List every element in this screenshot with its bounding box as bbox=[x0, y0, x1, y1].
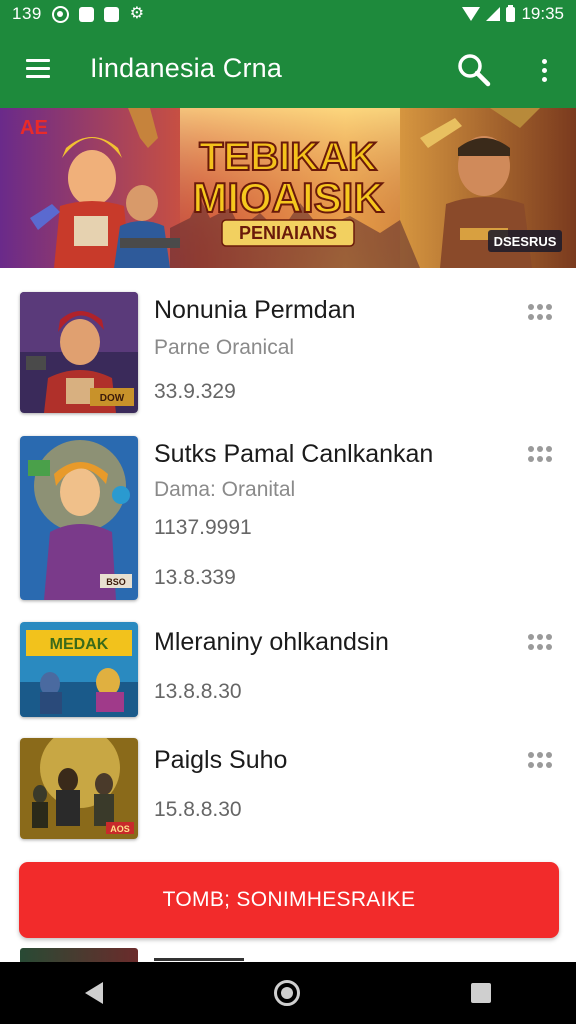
game-thumbnail[interactable]: MEDAK bbox=[20, 622, 138, 717]
drag-handle-icon[interactable] bbox=[528, 446, 554, 464]
signal-icon bbox=[486, 7, 501, 21]
promo-banner[interactable]: TEBIKAK MIOAISIK PENIAIANS AE DSESRUS bbox=[0, 108, 576, 268]
game-title-partial bbox=[154, 950, 274, 962]
square-icon bbox=[103, 6, 119, 22]
wifi-icon bbox=[462, 7, 481, 21]
recent-apps-icon[interactable] bbox=[470, 983, 491, 1003]
game-number: 1137.9991 bbox=[154, 516, 252, 539]
drag-handle-icon[interactable] bbox=[528, 634, 554, 652]
home-icon[interactable] bbox=[273, 980, 300, 1006]
banner-subtitle: PENIAIANS bbox=[239, 223, 337, 243]
status-time-left: 139 bbox=[12, 4, 42, 23]
banner-title-line2: MIOAISIK bbox=[192, 174, 383, 221]
banner-title-line1: TEBIKAK bbox=[199, 135, 377, 179]
square-icon bbox=[78, 6, 94, 22]
battery-icon bbox=[506, 4, 516, 22]
game-thumbnail[interactable]: BSO bbox=[20, 436, 138, 600]
game-title: Nonunia Permdan bbox=[154, 296, 356, 324]
game-number: 15.8.8.30 bbox=[154, 798, 242, 821]
app-bar: Iindanesia Crna bbox=[0, 28, 576, 108]
status-time: 19:35 bbox=[521, 4, 564, 23]
thumbnail-label: MEDAK bbox=[50, 636, 109, 653]
system-nav-bar bbox=[0, 962, 576, 1024]
game-title: Paigls Suho bbox=[154, 746, 288, 774]
primary-action-button[interactable]: TOMB; SONIMHESRAIKE bbox=[19, 862, 559, 938]
more-options-icon[interactable] bbox=[528, 50, 560, 90]
thumbnail-label: BSO bbox=[106, 577, 126, 587]
game-thumbnail[interactable]: DOW bbox=[20, 292, 138, 413]
game-thumbnail[interactable]: AOS bbox=[20, 738, 138, 839]
back-icon[interactable] bbox=[85, 982, 104, 1004]
banner-corner-logo: AE bbox=[20, 117, 48, 139]
game-number: 33.9.329 bbox=[154, 380, 236, 403]
banner-badge: DSESRUS bbox=[494, 234, 557, 249]
drag-handle-icon[interactable] bbox=[528, 304, 554, 322]
thumbnail-label: DOW bbox=[100, 393, 125, 404]
game-subtitle: Parne Oranical bbox=[154, 336, 295, 359]
target-icon bbox=[51, 5, 69, 23]
game-number: 13.8.339 bbox=[154, 566, 236, 589]
status-bar: 139 ⚙ 19:35 bbox=[0, 0, 576, 28]
menu-icon[interactable] bbox=[10, 40, 66, 96]
game-thumbnail-partial[interactable] bbox=[20, 948, 138, 962]
game-number: 13.8.8.30 bbox=[154, 680, 242, 703]
app-title: Iindanesia Crna bbox=[90, 52, 283, 83]
game-title: Mleraniny ohlkandsin bbox=[154, 628, 389, 656]
thumbnail-label: AOS bbox=[110, 824, 130, 834]
search-icon[interactable] bbox=[454, 50, 494, 90]
gear-icon: ⚙ bbox=[129, 5, 145, 22]
drag-handle-icon[interactable] bbox=[528, 752, 554, 770]
game-subtitle: Dama: Oranital bbox=[154, 478, 296, 501]
game-title: Sutks Pamal Canlkankan bbox=[154, 440, 434, 468]
